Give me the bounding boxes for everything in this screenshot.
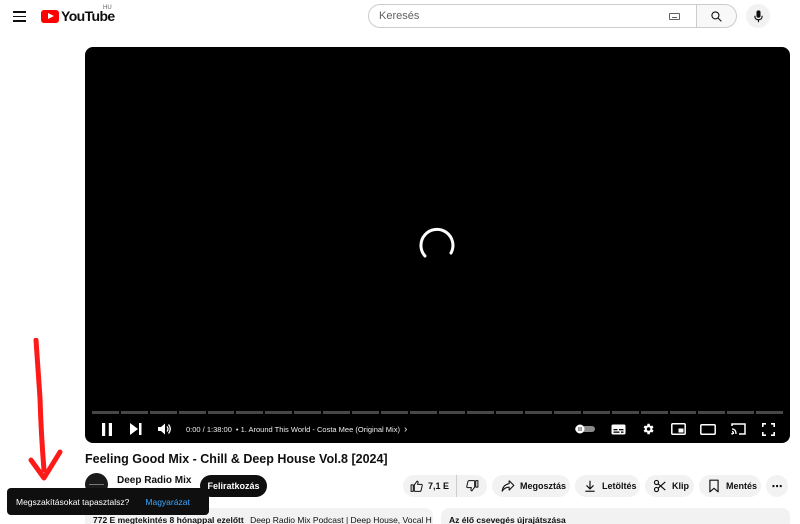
- skip-next-icon: [130, 423, 142, 435]
- thumbs-up-icon: [410, 480, 423, 492]
- volume-icon: [158, 423, 171, 435]
- cast-button[interactable]: [730, 421, 746, 437]
- live-chat-label: Az élő csevegés újrajátszása: [449, 515, 566, 524]
- subscribe-button[interactable]: Feliratkozás: [200, 475, 267, 497]
- progress-chapter-segment[interactable]: [611, 411, 639, 414]
- channel-name[interactable]: Deep Radio Mix: [117, 475, 191, 486]
- bookmark-icon: [709, 479, 719, 493]
- progress-chapter-segment[interactable]: [467, 411, 495, 414]
- search-icon: [711, 10, 722, 22]
- more-actions-button[interactable]: ⋯: [766, 475, 788, 497]
- progress-chapter-segment[interactable]: [92, 411, 119, 414]
- chevron-right-icon: ›: [404, 423, 408, 435]
- clip-label: Klip: [672, 481, 689, 491]
- share-button[interactable]: Megosztás: [492, 475, 570, 497]
- search-box: [368, 4, 696, 28]
- progress-chapter-segment[interactable]: [178, 411, 206, 414]
- pause-button[interactable]: [99, 421, 115, 437]
- progress-chapter-segment[interactable]: [698, 411, 726, 414]
- menu-button[interactable]: [11, 7, 29, 25]
- progress-chapter-segment[interactable]: [265, 411, 293, 414]
- share-label: Megosztás: [520, 481, 567, 491]
- progress-chapter-segment[interactable]: [207, 411, 235, 414]
- autoplay-toggle-icon: [575, 424, 595, 434]
- theater-mode-icon: [700, 423, 716, 435]
- country-code: HU: [103, 5, 112, 11]
- autoplay-toggle[interactable]: [574, 421, 596, 437]
- toast-explain-link[interactable]: Magyarázat: [145, 497, 189, 507]
- download-label: Letöltés: [602, 481, 637, 491]
- progress-chapter-segment[interactable]: [323, 411, 350, 414]
- save-button[interactable]: Mentés: [699, 475, 761, 497]
- microphone-icon: [753, 9, 763, 22]
- gear-icon: [643, 423, 654, 435]
- download-button[interactable]: Letöltés: [575, 475, 640, 497]
- progress-chapter-segment[interactable]: [582, 411, 610, 414]
- like-dislike-group: 7,1 E: [403, 475, 487, 497]
- thumbs-down-icon: [465, 480, 478, 492]
- progress-chapter-segment[interactable]: [380, 411, 408, 414]
- fullscreen-button[interactable]: [760, 421, 776, 437]
- fullscreen-icon: [761, 422, 775, 436]
- pause-icon: [102, 422, 112, 436]
- hamburger-icon: [13, 11, 26, 13]
- keyboard-icon[interactable]: [669, 12, 680, 20]
- youtube-watch-page: YouTube HU Keresés 0:00 / 1:38:00 • 1. A…: [0, 0, 800, 524]
- progress-chapter-segment[interactable]: [756, 411, 783, 414]
- search-button[interactable]: [696, 4, 737, 28]
- progress-chapter-segment[interactable]: [294, 411, 321, 414]
- live-chat-replay[interactable]: Az élő csevegés újrajátszása: [441, 508, 790, 524]
- subtitles-button[interactable]: [610, 421, 626, 437]
- more-icon: ⋯: [771, 480, 783, 493]
- progress-chapter-segment[interactable]: [640, 411, 668, 414]
- volume-button[interactable]: [157, 421, 173, 437]
- progress-chapter-segment[interactable]: [149, 411, 177, 414]
- like-count: 7,1 E: [428, 481, 450, 491]
- progress-chapter-segment[interactable]: [351, 411, 379, 414]
- progress-chapter-segment[interactable]: [727, 411, 755, 414]
- red-annotation-arrow-icon: [28, 338, 63, 481]
- play-logo-icon: [41, 9, 59, 23]
- chapter-title-text: • 1. Around This World - Costa Mee (Orig…: [235, 424, 400, 434]
- time-display: 0:00 / 1:38:00: [186, 424, 232, 434]
- theater-mode-button[interactable]: [700, 421, 716, 437]
- settings-button[interactable]: [640, 421, 656, 437]
- clip-button[interactable]: Klip: [645, 475, 694, 497]
- progress-chapter-segment[interactable]: [554, 411, 581, 414]
- like-button[interactable]: 7,1 E: [403, 475, 457, 497]
- progress-chapter-segment[interactable]: [525, 411, 552, 414]
- search-bar: [368, 4, 737, 28]
- download-icon: [585, 480, 595, 492]
- miniplayer-icon: [670, 423, 686, 435]
- search-input[interactable]: [379, 10, 669, 22]
- progress-chapter-segment[interactable]: [669, 411, 697, 414]
- video-title: Feeling Good Mix - Chill & Deep House Vo…: [85, 452, 388, 466]
- miniplayer-button[interactable]: [670, 421, 686, 437]
- player-right-controls: [574, 421, 776, 437]
- save-label: Mentés: [726, 481, 758, 491]
- interruption-toast: Megszakításokat tapasztalsz? Magyarázat: [7, 488, 209, 515]
- subtitles-icon: [611, 424, 625, 434]
- toast-message: Megszakításokat tapasztalsz?: [16, 496, 130, 507]
- scissors-icon: [653, 479, 666, 493]
- progress-chapter-segment[interactable]: [120, 411, 148, 414]
- cast-icon: [730, 423, 746, 435]
- next-button[interactable]: [128, 421, 144, 437]
- voice-search-button[interactable]: [746, 4, 770, 28]
- loading-spinner-icon: [419, 227, 455, 258]
- view-stats: 772 E megtekintés 8 hónappal ezelőtt: [93, 515, 244, 524]
- video-player[interactable]: 0:00 / 1:38:00 • 1. Around This World - …: [85, 47, 790, 443]
- progress-chapter-segment[interactable]: [236, 411, 264, 414]
- description-snippet: Deep Radio Mix Podcast | Deep House, Voc…: [250, 515, 432, 524]
- chapter-title[interactable]: • 1. Around This World - Costa Mee (Orig…: [236, 424, 408, 435]
- share-icon: [501, 480, 515, 492]
- progress-chapter-segment[interactable]: [409, 411, 437, 414]
- dislike-button[interactable]: [457, 475, 487, 497]
- progress-bar[interactable]: [92, 411, 783, 414]
- player-controls: 0:00 / 1:38:00 • 1. Around This World - …: [85, 419, 790, 439]
- progress-chapter-segment[interactable]: [496, 411, 524, 414]
- progress-chapter-segment[interactable]: [438, 411, 466, 414]
- masthead: YouTube HU: [0, 0, 800, 32]
